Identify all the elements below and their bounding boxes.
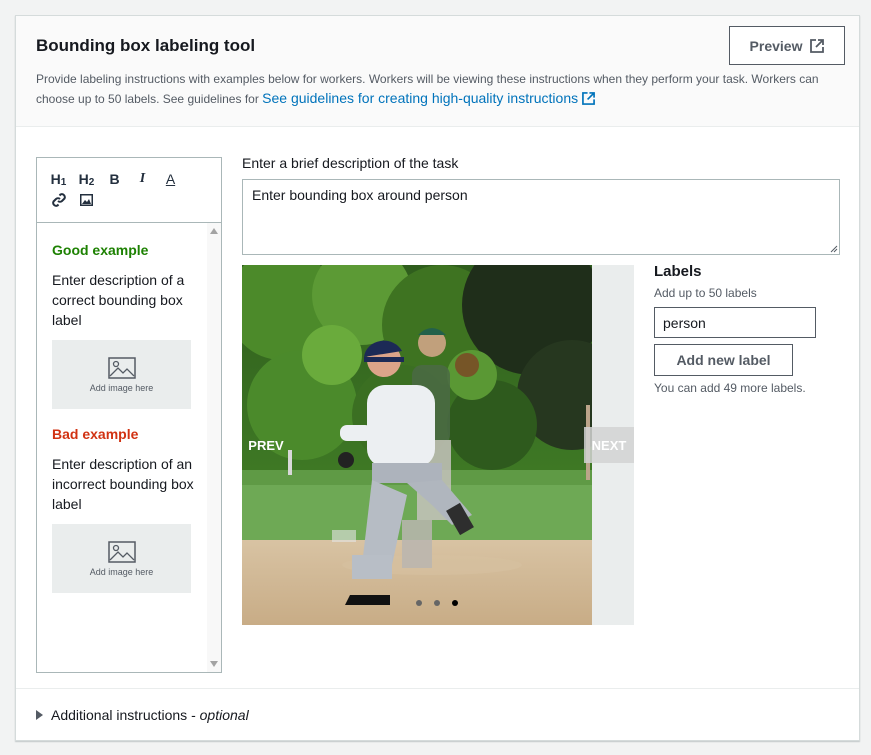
good-example-text[interactable]: Enter description of a correct bounding … [52, 270, 197, 330]
carousel-dot-2[interactable] [434, 600, 440, 606]
bad-example-image-slot[interactable]: Add image here [52, 524, 191, 593]
preview-button[interactable]: Preview [729, 26, 845, 65]
carousel-dots [416, 600, 458, 606]
link-icon[interactable] [49, 192, 68, 210]
optional-label: optional [199, 707, 249, 723]
preview-label: Preview [749, 37, 803, 54]
bold-icon[interactable]: B [105, 171, 124, 187]
resize-grip-icon[interactable] [828, 243, 838, 253]
page-title: Bounding box labeling tool [36, 36, 256, 55]
scroll-up-arrow-icon[interactable] [210, 228, 218, 234]
scroll-down-arrow-icon[interactable] [210, 661, 218, 667]
guidelines-link[interactable]: See guidelines for creating high-quality… [262, 90, 595, 106]
add-new-label-button[interactable]: Add new label [654, 344, 793, 376]
editor-scrollbar[interactable] [207, 223, 221, 672]
good-example-heading: Good example [52, 242, 149, 258]
bad-example-text[interactable]: Enter description of an incorrect boundi… [52, 454, 197, 514]
instructions-editor[interactable]: H1 H2 B I A Good example Enter descripti… [36, 157, 222, 673]
add-image-label: Add image here [89, 566, 154, 577]
carousel-dot-1[interactable] [416, 600, 422, 606]
example-image-carousel: PREV NEXT [242, 265, 634, 625]
carousel-dot-3[interactable] [452, 600, 458, 606]
labeling-tool-panel: Bounding box labeling tool Preview Provi… [15, 15, 860, 741]
caret-right-icon [36, 710, 43, 720]
panel-footer: Additional instructions - optional [16, 688, 859, 740]
labels-subtitle: Add up to 50 labels [654, 286, 757, 300]
add-image-label: Add image here [89, 382, 154, 393]
carousel-next-button[interactable]: NEXT [584, 427, 634, 463]
heading-2-icon[interactable]: H2 [77, 171, 96, 188]
external-link-icon [810, 38, 825, 53]
labels-remaining-count: You can add 49 more labels. [654, 381, 806, 395]
text-color-icon[interactable]: A [161, 171, 180, 187]
image-placeholder-icon [107, 356, 136, 379]
image-placeholder-icon [107, 540, 136, 563]
additional-instructions-expander[interactable]: Additional instructions - optional [36, 707, 249, 723]
label-input[interactable] [654, 307, 816, 338]
good-example-image-slot[interactable]: Add image here [52, 340, 191, 409]
italic-icon[interactable]: I [133, 171, 152, 187]
baseball-player-photo [242, 265, 592, 625]
task-description-input[interactable]: Enter bounding box around person [242, 179, 840, 255]
editor-toolbar: H1 H2 B I A [37, 158, 221, 223]
task-description-label: Enter a brief description of the task [242, 155, 459, 171]
bad-example-heading: Bad example [52, 426, 139, 442]
image-icon[interactable] [77, 193, 96, 209]
heading-1-icon[interactable]: H1 [49, 171, 68, 188]
guidelines-link-text: See guidelines for creating high-quality… [262, 90, 579, 106]
external-link-icon [582, 92, 595, 105]
additional-instructions-label: Additional instructions [51, 707, 188, 723]
separator: - [187, 707, 200, 723]
header-description: Provide labeling instructions with examp… [36, 70, 836, 109]
labels-heading: Labels [654, 263, 702, 280]
carousel-prev-button[interactable]: PREV [242, 427, 290, 463]
panel-header: Bounding box labeling tool Preview Provi… [16, 16, 859, 127]
carousel-photo [242, 265, 592, 625]
